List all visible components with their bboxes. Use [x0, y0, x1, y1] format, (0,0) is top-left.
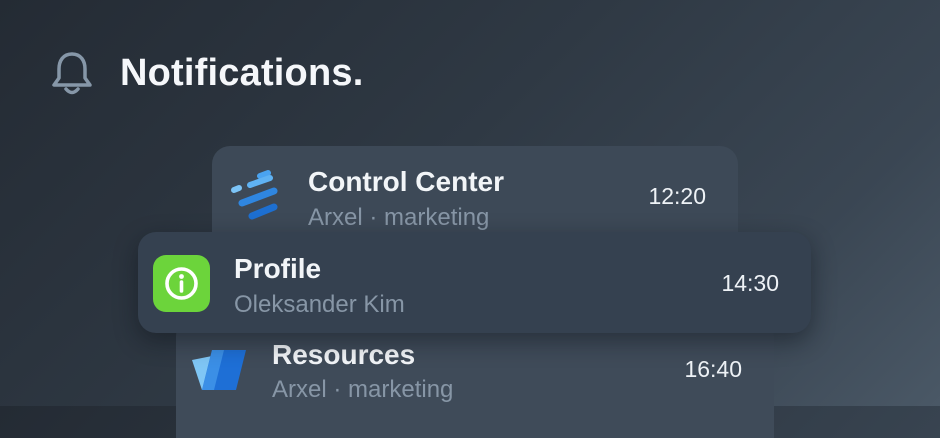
page-title: Notifications. — [120, 51, 364, 94]
notification-time: 14:30 — [721, 270, 779, 296]
control-center-logo-icon — [230, 170, 284, 224]
notification-subtitle: Arxel · marketing — [272, 376, 454, 403]
notification-time: 16:40 — [684, 356, 742, 382]
notification-app-name: Control Center — [308, 166, 504, 197]
resources-logo-icon — [190, 348, 248, 394]
bell-icon[interactable] — [50, 49, 94, 97]
notification-time: 12:20 — [648, 183, 706, 209]
notification-app-name: Profile — [234, 253, 322, 284]
notification-subtitle: Arxel · marketing — [308, 204, 490, 231]
notification-app-name: Resources — [272, 339, 416, 370]
notification-card-resources[interactable]: Resources Arxel · marketing 16:40 — [176, 318, 774, 438]
header: Notifications. — [50, 47, 363, 99]
notification-subtitle: Oleksander Kim — [234, 291, 405, 318]
info-icon — [153, 255, 210, 312]
notification-card-profile[interactable]: Profile Oleksander Kim 14:30 — [138, 232, 811, 333]
